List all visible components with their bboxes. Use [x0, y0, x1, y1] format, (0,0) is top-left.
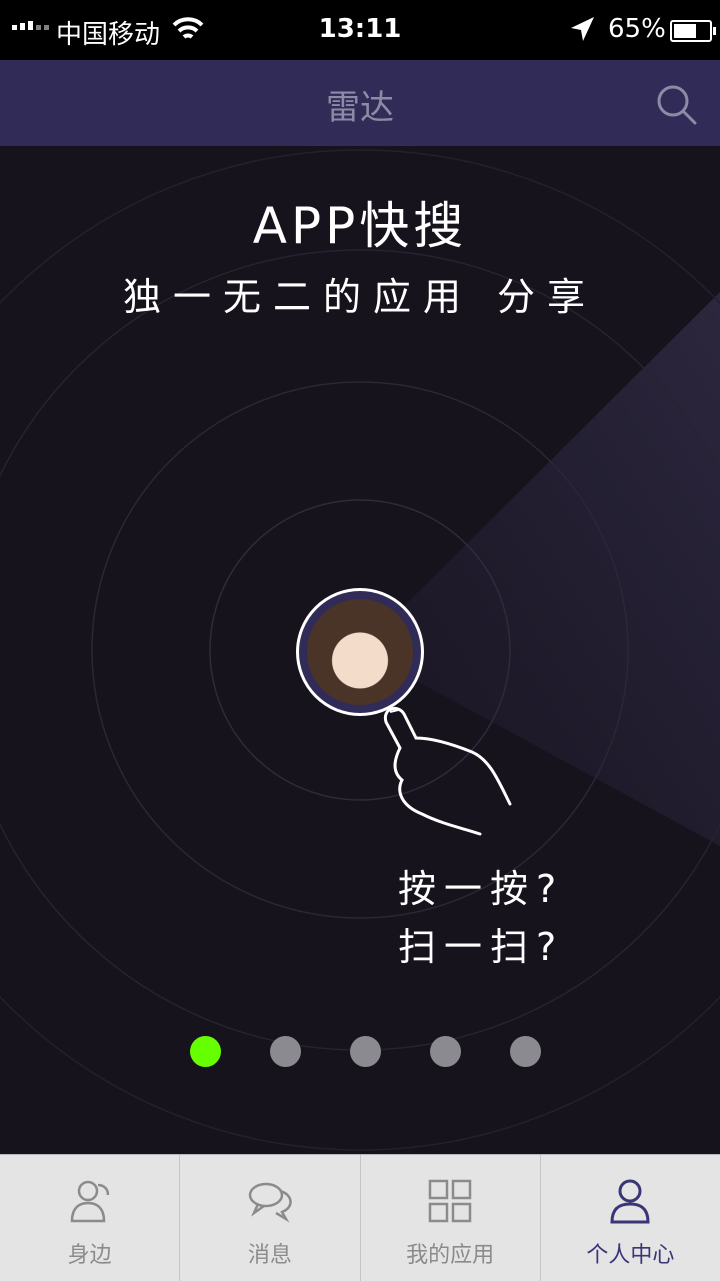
page-dot[interactable]	[350, 1036, 381, 1067]
location-arrow-icon	[571, 17, 594, 41]
radar-intro-panel[interactable]: APP快搜 独一无二的应用 分享 按一按? 扫一扫?	[0, 146, 720, 1154]
tab-bar: 身边 消息 我的应用 个人中心	[0, 1154, 720, 1281]
page-dot[interactable]	[510, 1036, 541, 1067]
prompt-press: 按一按?	[398, 867, 565, 911]
user-icon	[610, 1179, 650, 1224]
pointing-hand-icon	[383, 706, 512, 836]
intro-headline: APP快搜	[252, 197, 468, 255]
tab-messages[interactable]: 消息	[180, 1155, 361, 1281]
tab-nearby[interactable]: 身边	[0, 1155, 181, 1281]
search-icon[interactable]	[654, 82, 698, 126]
page-dot[interactable]	[190, 1036, 221, 1067]
person-icon	[70, 1180, 109, 1223]
prompt-scan: 扫一扫?	[398, 925, 565, 969]
avatar[interactable]	[296, 588, 424, 716]
intro-subline: 独一无二的应用 分享	[122, 275, 598, 319]
tab-label: 个人中心	[586, 1243, 675, 1268]
page-dot[interactable]	[430, 1036, 461, 1067]
chat-bubbles-icon	[248, 1182, 292, 1223]
tab-profile[interactable]: 个人中心	[541, 1155, 720, 1281]
page-dot[interactable]	[270, 1036, 301, 1067]
battery-percentage: 65%	[608, 14, 666, 44]
tab-my-apps[interactable]: 我的应用	[361, 1155, 541, 1281]
nav-bar: 雷达	[0, 60, 720, 146]
page-indicator	[190, 1036, 541, 1067]
tab-label: 我的应用	[406, 1243, 495, 1268]
battery-icon	[670, 20, 716, 42]
tab-label: 身边	[67, 1243, 112, 1268]
status-bar: 中国移动 13:11 65%	[0, 0, 720, 60]
page-title: 雷达	[326, 88, 394, 128]
app-grid-icon	[428, 1179, 472, 1223]
tab-label: 消息	[247, 1243, 292, 1268]
